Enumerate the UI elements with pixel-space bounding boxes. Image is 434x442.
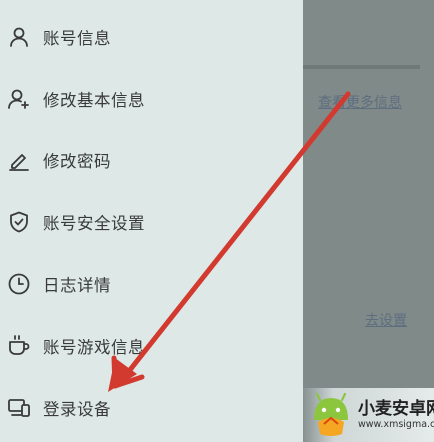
watermark-name: 小麦安卓网	[358, 399, 434, 419]
watermark-url: www.xmsigma.com	[358, 419, 434, 430]
android-logo-icon	[314, 392, 348, 436]
site-watermark: 小麦安卓网 www.xmsigma.com	[300, 388, 434, 442]
red-arrow-annotation	[108, 91, 351, 392]
